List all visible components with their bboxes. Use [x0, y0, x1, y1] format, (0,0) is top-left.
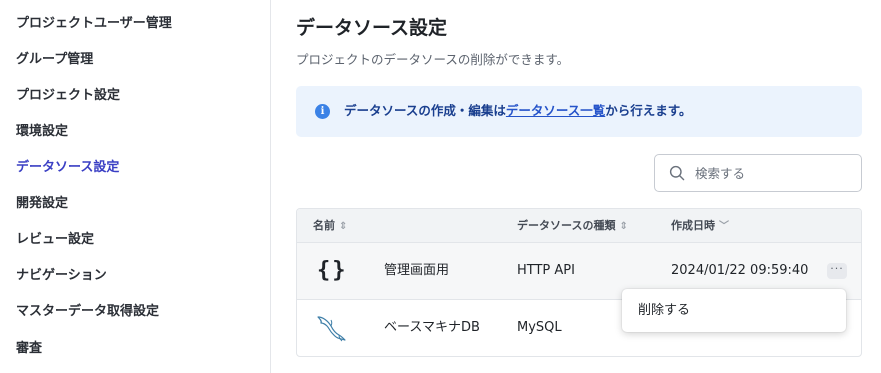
info-text-after: から行えます。	[605, 103, 692, 118]
datasource-list-link[interactable]: データソース一覧	[506, 103, 605, 118]
datasource-type: MySQL	[517, 320, 562, 335]
info-banner: i データソースの作成・編集はデータソース一覧から行えます。	[296, 86, 862, 137]
info-text-before: データソースの作成・編集は	[344, 103, 506, 118]
sidebar-item-master-data[interactable]: マスターデータ取得設定	[16, 303, 159, 321]
sidebar-item-project-settings[interactable]: プロジェクト設定	[16, 87, 120, 105]
sidebar-item-environment[interactable]: 環境設定	[16, 123, 68, 141]
page-subtitle: プロジェクトのデータソースの削除ができます。	[296, 52, 570, 67]
sidebar-item-project-users[interactable]: プロジェクトユーザー管理	[16, 15, 172, 33]
search-box[interactable]	[654, 154, 862, 192]
column-header-created-label: 作成日時	[671, 219, 715, 232]
table-header: 名前 ⇕ データソースの種類 ⇕ 作成日時 ﹀	[297, 209, 861, 243]
sidebar-item-development[interactable]: 開発設定	[16, 195, 68, 213]
delete-menu-item[interactable]: 削除する	[638, 302, 690, 320]
sidebar-item-audit[interactable]: 審査	[16, 340, 42, 358]
column-header-name-label: 名前	[313, 219, 335, 232]
column-header-type[interactable]: データソースの種類 ⇕	[517, 218, 628, 235]
datasource-name: ベースマキナDB	[384, 320, 480, 335]
column-header-name[interactable]: 名前 ⇕	[313, 218, 347, 235]
sidebar-item-review[interactable]: レビュー設定	[16, 231, 94, 249]
curly-braces-icon: {}	[317, 258, 348, 283]
page-title: データソース設定	[296, 17, 448, 39]
sort-icon: ⇕	[619, 221, 628, 232]
sidebar: プロジェクトユーザー管理 グループ管理 プロジェクト設定 環境設定 データソース…	[0, 0, 271, 373]
main-content: データソース設定 プロジェクトのデータソースの削除ができます。 i データソース…	[272, 0, 881, 373]
chevron-down-icon: ﹀	[719, 221, 729, 232]
sidebar-item-groups[interactable]: グループ管理	[16, 51, 93, 69]
search-icon	[669, 165, 685, 181]
mysql-dolphin-icon	[317, 316, 346, 342]
column-header-created[interactable]: 作成日時 ﹀	[671, 218, 729, 235]
sidebar-item-datasource[interactable]: データソース設定	[16, 159, 119, 177]
datasource-table: 名前 ⇕ データソースの種類 ⇕ 作成日時 ﹀ {} 管理画面用 HTTP API 2…	[296, 208, 862, 357]
sort-icon: ⇕	[339, 221, 348, 232]
row-actions-menu: 削除する	[622, 289, 846, 332]
more-options-button[interactable]: ···	[827, 263, 847, 279]
search-input[interactable]	[695, 164, 855, 182]
datasource-type: HTTP API	[517, 263, 575, 278]
column-header-type-label: データソースの種類	[517, 219, 616, 232]
datasource-created: 2024/01/22 09:59:40	[671, 263, 809, 278]
app: プロジェクトユーザー管理 グループ管理 プロジェクト設定 環境設定 データソース…	[0, 0, 881, 373]
info-icon: i	[315, 104, 330, 119]
sidebar-item-navigation[interactable]: ナビゲーション	[16, 267, 107, 285]
datasource-name: 管理画面用	[384, 263, 450, 278]
info-text: データソースの作成・編集はデータソース一覧から行えます。	[344, 102, 692, 120]
